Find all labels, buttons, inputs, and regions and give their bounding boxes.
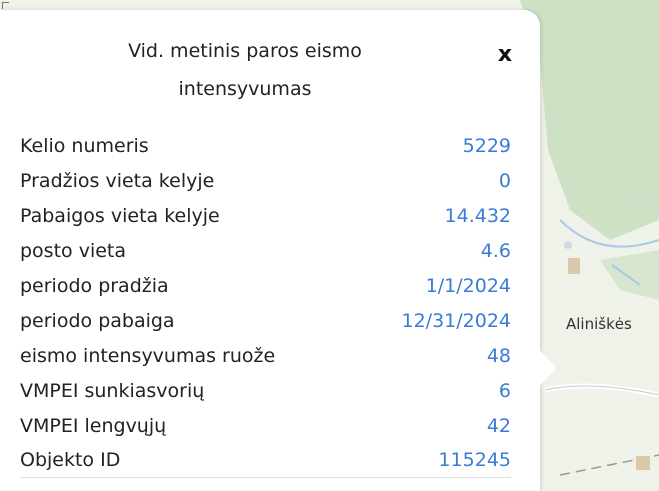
attribute-row: Pradžios vieta kelyje 0	[20, 164, 511, 199]
attribute-key: Objekto ID	[20, 449, 121, 472]
popup-divider	[20, 477, 511, 478]
attribute-list: Kelio numeris 5229 Pradžios vieta kelyje…	[20, 129, 511, 478]
attribute-key: Pradžios vieta kelyje	[20, 170, 215, 193]
attribute-key: periodo pradžia	[20, 275, 169, 297]
popup-pointer	[538, 348, 556, 388]
attribute-row: Pabaigos vieta kelyje 14.432	[20, 199, 511, 234]
map-place-label: Aliniškės	[566, 315, 632, 333]
attribute-row: periodo pradžia 1/1/2024	[20, 269, 511, 304]
attribute-key: posto vieta	[20, 240, 127, 263]
attribute-row: posto vieta 4.6	[20, 234, 511, 269]
attribute-value: 14.432	[444, 205, 511, 228]
attribute-key: VMPEI sunkiasvorių	[20, 379, 205, 402]
attribute-row: VMPEI sunkiasvorių 6	[20, 373, 511, 408]
attribute-row: periodo pabaiga 12/31/2024	[20, 303, 511, 338]
close-button[interactable]: x	[490, 40, 520, 70]
attribute-value: 115245	[438, 449, 511, 472]
attribute-row: Kelio numeris 5229	[20, 129, 511, 164]
map-corner-mark	[2, 2, 9, 9]
attribute-value: 12/31/2024	[401, 309, 511, 332]
attribute-row: eismo intensyvumas ruože 48	[20, 338, 511, 373]
attribute-key: VMPEI lengvųjų	[20, 414, 167, 437]
attribute-value: 6	[498, 379, 511, 402]
attribute-key: eismo intensyvumas ruože	[20, 344, 276, 367]
attribute-key: Kelio numeris	[20, 135, 149, 158]
attribute-value: 0	[498, 170, 511, 193]
attribute-value: 48	[486, 344, 511, 367]
attribute-value: 42	[486, 414, 511, 437]
attribute-value: 1/1/2024	[425, 275, 511, 297]
attribute-row: Objekto ID 115245	[20, 443, 511, 478]
info-popup: Vid. metinis paros eismo intensyvumas x …	[0, 10, 540, 491]
attribute-value: 5229	[462, 135, 511, 158]
attribute-value: 4.6	[480, 240, 511, 263]
attribute-key: periodo pabaiga	[20, 309, 175, 332]
attribute-key: Pabaigos vieta kelyje	[20, 205, 220, 228]
attribute-row: VMPEI lengvųjų 42	[20, 408, 511, 443]
popup-title: Vid. metinis paros eismo intensyvumas	[128, 40, 362, 100]
